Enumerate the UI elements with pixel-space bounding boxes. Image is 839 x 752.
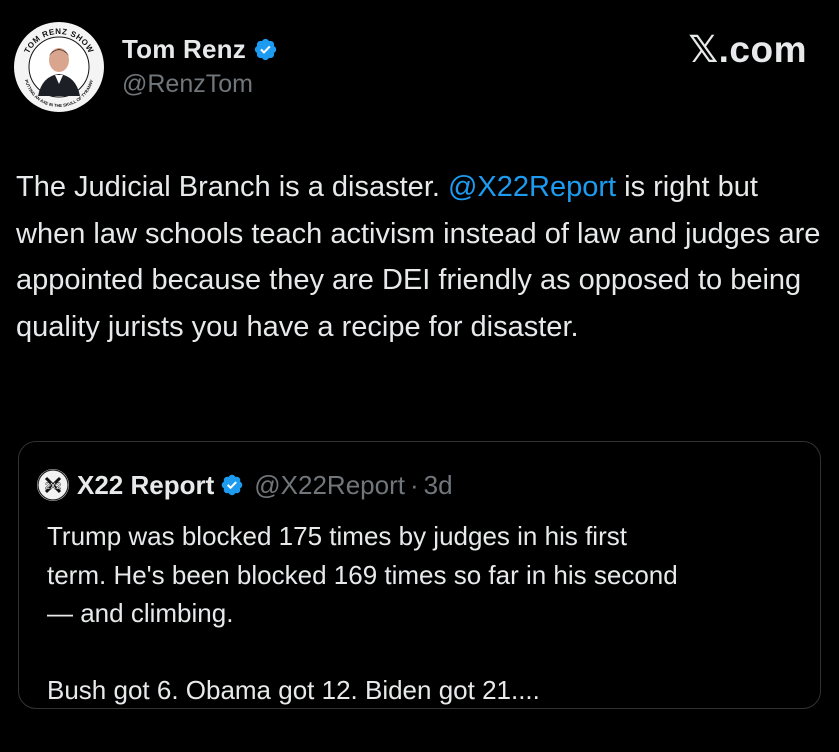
quoted-timestamp[interactable]: 3d <box>424 470 453 501</box>
author-avatar[interactable]: TOM RENZ SHOW PUTTING AN AXE IN THE SKUL… <box>14 22 104 112</box>
quoted-verified-badge-icon <box>220 473 244 497</box>
avatar-photo-icon: TOM RENZ SHOW PUTTING AN AXE IN THE SKUL… <box>15 23 103 111</box>
tweet-header: TOM RENZ SHOW PUTTING AN AXE IN THE SKUL… <box>14 22 825 112</box>
quoted-separator: · <box>409 469 419 500</box>
quoted-line: — and climbing. <box>47 598 234 628</box>
author-name-row: Tom Renz <box>122 32 278 66</box>
quoted-display-name[interactable]: X22 Report <box>77 470 214 501</box>
quoted-author-avatar[interactable]: 2X2 <box>37 469 69 501</box>
tweet-text-start: The Judicial Branch is a disaster. <box>16 171 448 203</box>
author-handle[interactable]: @RenzTom <box>122 70 278 99</box>
quoted-paragraph-gap <box>47 633 807 672</box>
mention-link[interactable]: @X22Report <box>448 171 616 203</box>
quoted-tweet-header: 2X2 X22 Report @X22Report · 3d <box>37 469 453 501</box>
quoted-last-line: Bush got 6. Obama got 12. Biden got 21..… <box>47 675 540 705</box>
quoted-tweet-body: Trump was blocked 175 times by judges in… <box>47 517 807 710</box>
author-block: Tom Renz @RenzTom <box>122 32 278 99</box>
quoted-line: Trump was blocked 175 times by judges in… <box>47 521 627 551</box>
xcom-logo: 𝕏.com <box>688 29 807 70</box>
author-display-name[interactable]: Tom Renz <box>122 34 246 65</box>
x22-logo-icon: 2X2 <box>37 469 69 501</box>
quoted-line: term. He's been blocked 169 times so far… <box>47 559 678 590</box>
quoted-handle[interactable]: @X22Report <box>254 470 405 501</box>
quoted-avatar-label: 2X2 <box>45 481 61 491</box>
quoted-tweet-card[interactable]: 2X2 X22 Report @X22Report · 3d Trump was… <box>18 441 821 709</box>
verified-badge-icon <box>253 37 278 62</box>
tweet-body: The Judicial Branch is a disaster. @X22R… <box>16 164 826 350</box>
